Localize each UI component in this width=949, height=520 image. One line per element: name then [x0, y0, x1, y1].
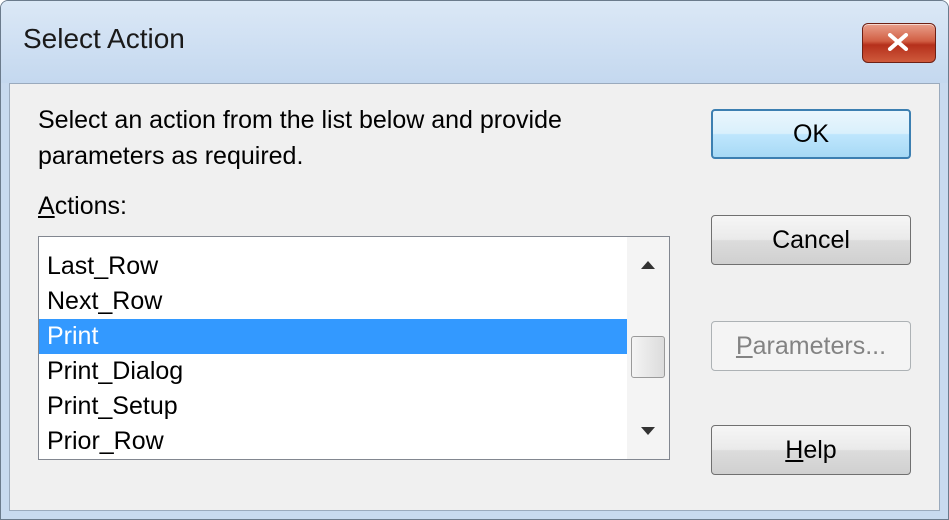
- actions-list: Last_Row Next_Row Print Print_Dialog Pri…: [39, 249, 629, 459]
- parameters-label-rest: arameters...: [752, 331, 887, 360]
- scroll-up-arrow-icon: [641, 261, 655, 269]
- window-title: Select Action: [23, 23, 185, 54]
- list-item[interactable]: Next_Row: [39, 284, 629, 319]
- actions-listbox[interactable]: Last_Row Next_Row Print Print_Dialog Pri…: [38, 236, 670, 460]
- scroll-down-button[interactable]: [627, 413, 669, 449]
- list-item[interactable]: Print_Dialog: [39, 354, 629, 389]
- list-item[interactable]: Prior_Row: [39, 424, 629, 459]
- help-button[interactable]: Help: [711, 425, 911, 475]
- dialog-body: Select an action from the list below and…: [9, 83, 940, 511]
- help-accelerator: H: [785, 435, 804, 464]
- list-item[interactable]: Last_Row: [39, 249, 629, 284]
- list-item-selected[interactable]: Print: [39, 319, 629, 354]
- cancel-button[interactable]: Cancel: [711, 215, 911, 265]
- instructions-text: Select an action from the list below and…: [38, 106, 562, 170]
- actions-label: Actions:: [38, 192, 127, 221]
- list-item[interactable]: Print_Setup: [39, 389, 629, 424]
- close-button[interactable]: [862, 23, 936, 63]
- ok-button[interactable]: OK: [711, 109, 911, 159]
- select-action-dialog: Select Action Select an action from the …: [0, 0, 949, 520]
- parameters-button[interactable]: Parameters...: [711, 321, 911, 371]
- scroll-up-button[interactable]: [627, 247, 669, 283]
- actions-label-rest: ctions:: [54, 192, 127, 220]
- scroll-thumb[interactable]: [631, 336, 665, 378]
- close-icon: [888, 33, 908, 51]
- scroll-down-arrow-icon: [641, 427, 655, 435]
- parameters-accelerator: P: [735, 331, 753, 360]
- actions-label-accelerator: A: [38, 192, 55, 220]
- vertical-scrollbar[interactable]: [627, 237, 669, 459]
- title-bar[interactable]: Select Action: [1, 1, 948, 83]
- help-label-rest: elp: [803, 435, 837, 464]
